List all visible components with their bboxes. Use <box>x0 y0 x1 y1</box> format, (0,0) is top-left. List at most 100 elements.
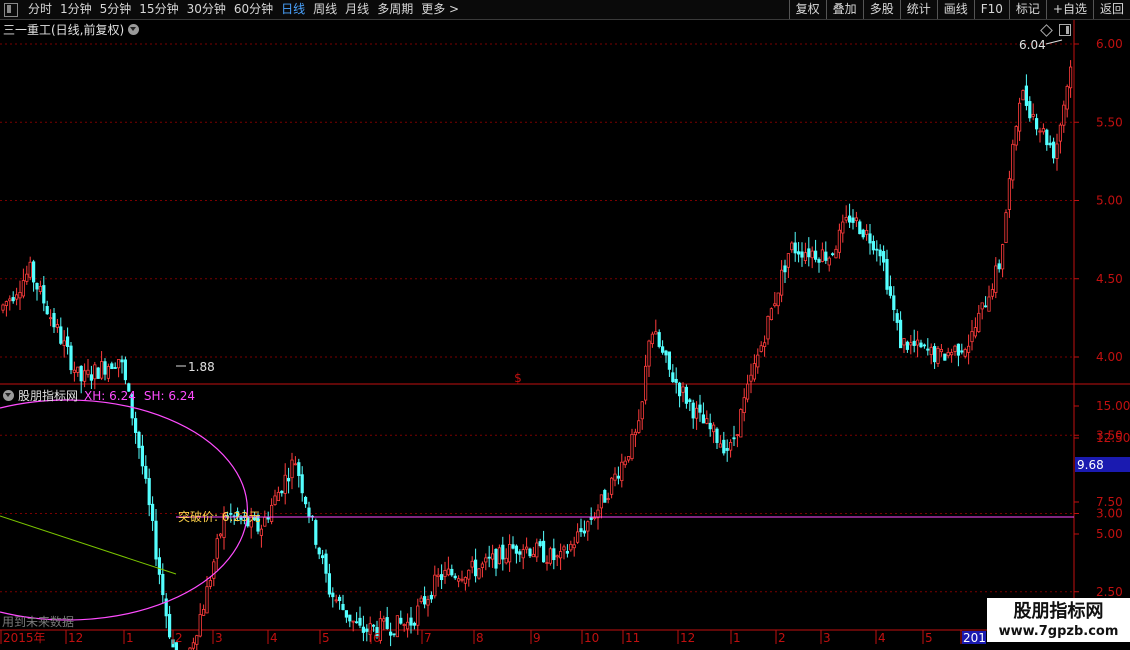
chevron-down-icon[interactable] <box>3 390 14 401</box>
future-data-note: 用到未来数据 <box>2 615 75 629</box>
candle-body <box>477 568 481 579</box>
candle-body <box>49 317 53 320</box>
candle-body <box>1004 212 1008 243</box>
candle-body <box>76 366 80 373</box>
candle-body <box>559 551 563 559</box>
candle-body <box>419 597 423 602</box>
panel-toggle-icon[interactable] <box>1059 24 1071 36</box>
candle-body <box>837 229 842 253</box>
candle-body <box>140 445 144 467</box>
candle-body <box>742 397 746 413</box>
candle-body <box>997 263 1001 270</box>
candle-body <box>994 265 998 293</box>
candle-body <box>358 617 362 626</box>
candle-body <box>307 507 311 517</box>
candle-body <box>137 431 141 449</box>
kline-chart[interactable]: 6.005.505.004.504.003.503.002.502.006.04… <box>0 0 1130 650</box>
candle-body <box>970 331 974 343</box>
candle-body <box>446 568 451 576</box>
candle-body <box>344 610 349 618</box>
candle-body <box>467 569 471 580</box>
candle-body <box>150 503 155 521</box>
candle-body <box>817 259 821 263</box>
candle-body <box>317 547 321 555</box>
candle-body <box>314 520 318 545</box>
candle-body <box>450 568 454 576</box>
candle-body <box>157 557 161 575</box>
candle-body <box>899 319 903 349</box>
candle-body <box>987 296 991 312</box>
candle-body <box>52 313 56 328</box>
candle-body <box>752 363 757 380</box>
candle-body <box>412 622 417 626</box>
candle-body <box>528 548 532 557</box>
candle-body <box>739 409 743 438</box>
candle-body <box>59 326 63 344</box>
candle-body <box>705 418 709 424</box>
candle-body <box>18 292 22 299</box>
candle-body <box>674 378 678 383</box>
candle-body <box>1031 114 1035 117</box>
candle-body <box>113 367 117 369</box>
candle-body <box>303 496 308 505</box>
candle-body <box>1041 128 1045 133</box>
candle-body <box>470 560 474 568</box>
candle-body <box>868 233 872 244</box>
candle-body <box>858 221 862 235</box>
candle-body <box>766 316 770 340</box>
candle-body <box>548 548 553 564</box>
candle-body <box>875 248 879 251</box>
candle-body <box>144 465 148 479</box>
candle-body <box>123 359 127 381</box>
candle-body <box>504 557 508 564</box>
candle-body <box>320 555 325 559</box>
date-tick-label: 6 <box>373 631 381 645</box>
candle-body <box>93 364 97 380</box>
candle-body <box>280 490 284 494</box>
candle-body <box>678 382 682 397</box>
price-tick-label: 5.50 <box>1096 115 1123 129</box>
candle-body <box>569 543 573 551</box>
candle-body <box>933 346 937 363</box>
price-tick-label: 4.50 <box>1096 272 1123 286</box>
candle-body <box>371 624 376 627</box>
candle-body <box>1014 126 1018 146</box>
candle-body <box>402 624 406 626</box>
candle-body <box>21 280 26 297</box>
chevron-down-icon[interactable] <box>128 24 140 35</box>
candle-body <box>623 460 627 466</box>
indicator-xh-value: XH: 6.24 <box>84 388 136 403</box>
candle-body <box>695 407 699 419</box>
diamond-icon[interactable] <box>1040 23 1053 37</box>
logo-name: 股朋指标网 <box>1013 601 1104 622</box>
candle-body <box>633 431 638 436</box>
candle-body <box>83 370 87 382</box>
candle-body <box>599 494 604 509</box>
candle-body <box>521 549 525 559</box>
candle-body <box>426 599 430 606</box>
candle-body <box>331 592 335 598</box>
candle-body <box>973 327 978 337</box>
price-tick-label: 6.00 <box>1096 37 1123 51</box>
date-tick-label: 1 <box>733 631 741 645</box>
candle-body <box>1069 66 1073 89</box>
candle-body <box>1011 143 1015 181</box>
candle-body <box>405 621 410 630</box>
logo-url: www.7gpzb.com <box>998 624 1119 639</box>
candle-body <box>1065 86 1069 110</box>
candle-body <box>610 477 614 495</box>
candle-body <box>218 533 223 537</box>
candle-body <box>848 215 852 223</box>
high-marker-line <box>1045 39 1063 45</box>
stock-title-text: 三一重工(日线,前复权) <box>3 23 125 37</box>
candle-body <box>773 303 777 307</box>
candle-body <box>871 241 876 251</box>
date-tick-label: 3 <box>215 631 223 645</box>
candle-body <box>484 557 488 563</box>
candle-body <box>100 361 104 379</box>
candle-body <box>555 555 559 558</box>
candle-body <box>11 297 15 302</box>
candle-body <box>460 578 464 581</box>
candle-body <box>824 251 828 261</box>
candle-body <box>681 386 685 393</box>
